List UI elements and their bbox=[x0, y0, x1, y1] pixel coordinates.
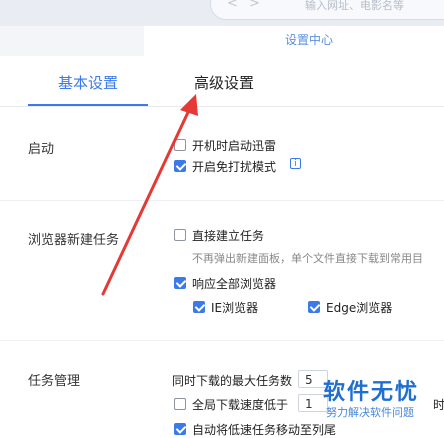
checkbox-respond-all-browsers[interactable] bbox=[174, 277, 186, 289]
address-bar[interactable]: < > 输入网址、电影名等 bbox=[210, 0, 444, 20]
address-placeholder: 输入网址、电影名等 bbox=[305, 0, 404, 12]
checkbox-do-not-disturb[interactable] bbox=[174, 160, 186, 172]
option-ie-browser-label[interactable]: IE浏览器 bbox=[211, 299, 258, 316]
section-divider bbox=[0, 200, 444, 201]
checkbox-direct-create[interactable] bbox=[174, 229, 186, 241]
chevron-left-icon[interactable]: < bbox=[227, 0, 238, 11]
section-divider bbox=[0, 340, 444, 341]
option-autostart-label[interactable]: 开机时启动迅雷 bbox=[192, 137, 276, 154]
checkbox-edge-browser[interactable] bbox=[308, 301, 320, 313]
tab-divider bbox=[0, 106, 444, 107]
tab-basic-settings[interactable]: 基本设置 bbox=[58, 72, 118, 93]
option-respond-all-browsers-label[interactable]: 响应全部浏览器 bbox=[192, 275, 276, 292]
dialog-title: 设置中心 bbox=[285, 33, 334, 47]
section-label-startup: 启动 bbox=[28, 142, 55, 157]
watermark-slogan: 努力解决软件问题 bbox=[326, 406, 414, 419]
browser-toolbar: < > 输入网址、电影名等 bbox=[0, 0, 444, 26]
checkbox-auto-move-slow[interactable] bbox=[174, 423, 186, 435]
chevron-right-icon[interactable]: > bbox=[249, 0, 260, 11]
speed-limit-unit: 时 bbox=[433, 398, 444, 412]
section-label-browser-tasks: 浏览器新建任务 bbox=[28, 233, 120, 248]
option-edge-browser-label[interactable]: Edge浏览器 bbox=[326, 299, 392, 316]
tab-advanced-settings[interactable]: 高级设置 bbox=[194, 72, 254, 93]
section-label-task-management: 任务管理 bbox=[28, 374, 81, 389]
checkbox-autostart[interactable] bbox=[174, 139, 186, 151]
info-icon[interactable]: i bbox=[290, 158, 301, 169]
speed-limit-label[interactable]: 全局下载速度低于 bbox=[192, 396, 288, 413]
max-tasks-label: 同时下载的最大任务数 bbox=[172, 374, 293, 388]
auto-move-slow-label[interactable]: 自动将低速任务移动至列尾 bbox=[192, 421, 336, 438]
checkbox-speed-limit[interactable] bbox=[174, 398, 186, 410]
watermark-logo-text: 软件无忧 bbox=[323, 380, 420, 405]
direct-create-hint: 不再弹出新建面板，单个文件直接下载到常用目 bbox=[192, 252, 423, 265]
option-direct-create-label[interactable]: 直接建立任务 bbox=[192, 227, 264, 244]
checkbox-ie-browser[interactable] bbox=[193, 301, 205, 313]
background-panel bbox=[0, 26, 144, 56]
annotation-arrow bbox=[101, 94, 198, 296]
option-do-not-disturb-label[interactable]: 开启免打扰模式 bbox=[192, 158, 276, 175]
